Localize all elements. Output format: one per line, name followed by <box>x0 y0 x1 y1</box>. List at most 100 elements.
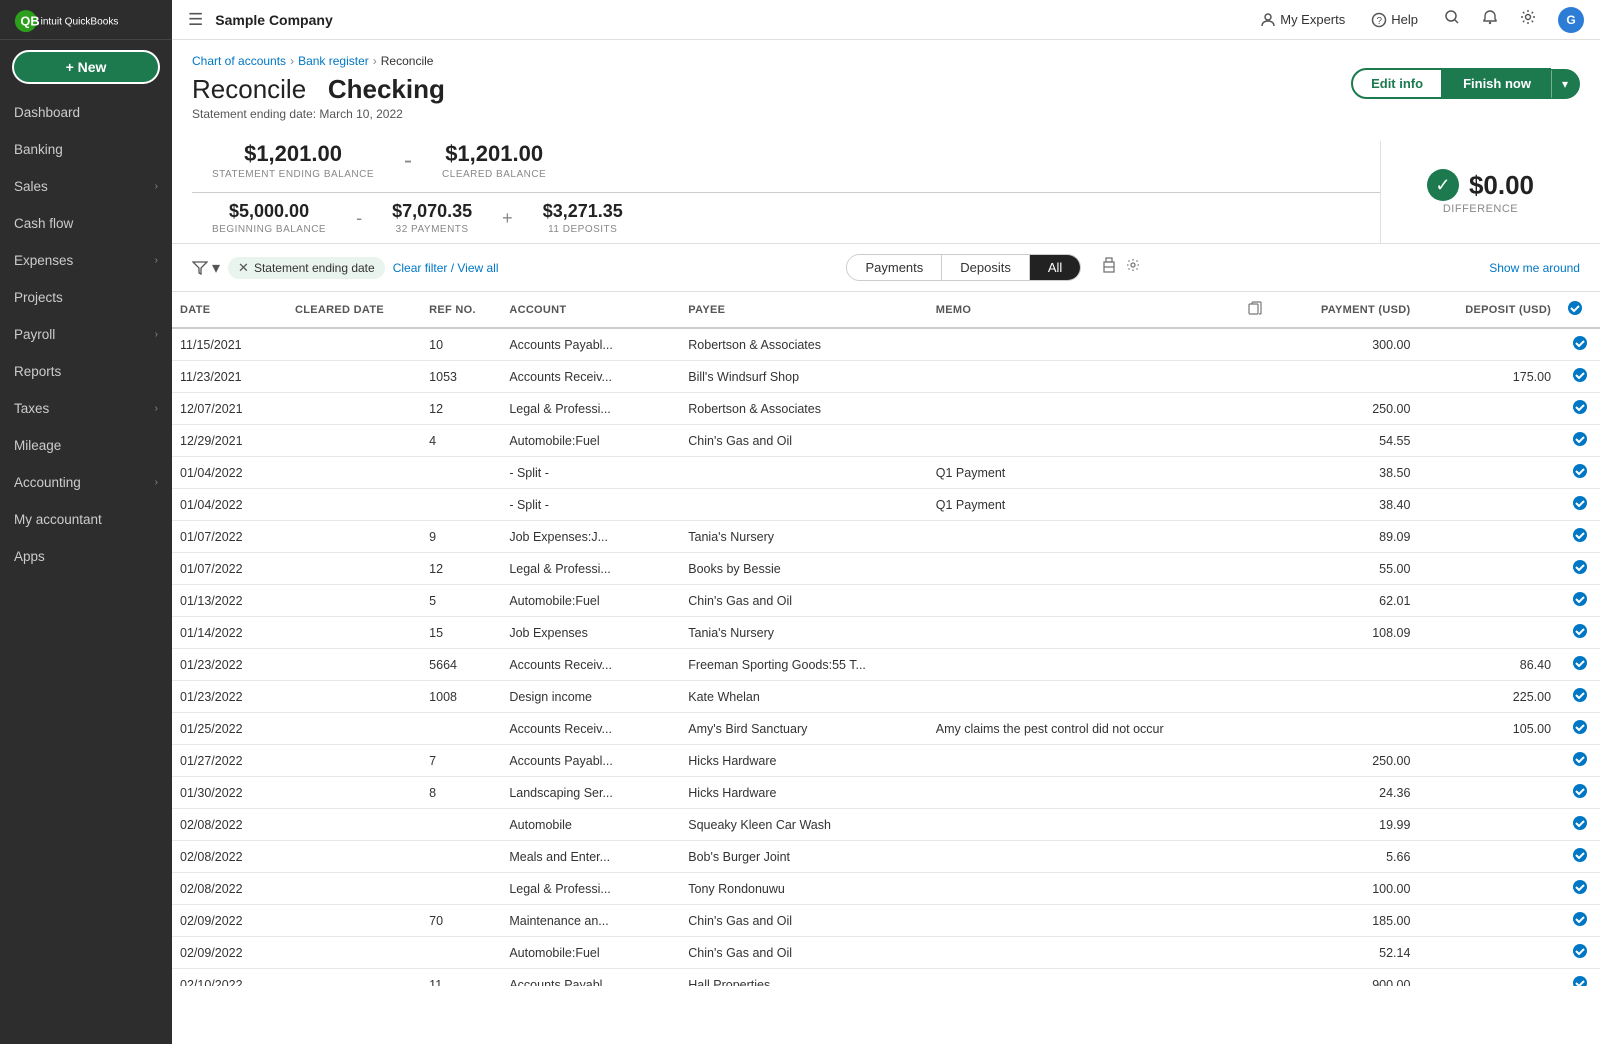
cell-check[interactable] <box>1559 425 1600 457</box>
cell-check[interactable] <box>1559 681 1600 713</box>
cell-check[interactable] <box>1559 745 1600 777</box>
table-row[interactable]: 12/07/202112Legal & Professi...Robertson… <box>172 393 1600 425</box>
table-row[interactable]: 02/08/2022Legal & Professi...Tony Rondon… <box>172 873 1600 905</box>
cell-cleared <box>287 745 421 777</box>
cell-ref <box>421 937 501 969</box>
col-header-memo: MEMO <box>928 292 1240 328</box>
table-row[interactable]: 02/10/202211Accounts Payabl...Hall Prope… <box>172 969 1600 987</box>
table-scroll-container[interactable]: DATE CLEARED DATE REF NO. ACCOUNT PAYEE … <box>172 292 1600 986</box>
cell-payment: 54.55 <box>1278 425 1419 457</box>
cell-spacer <box>1240 328 1278 361</box>
cleared-balance-label: CLEARED BALANCE <box>442 169 546 180</box>
sidebar-item-label: Projects <box>14 290 63 305</box>
cell-check[interactable] <box>1559 809 1600 841</box>
tab-all[interactable]: All <box>1030 255 1080 280</box>
sidebar-item-mileage[interactable]: Mileage <box>0 427 172 464</box>
sidebar-item-sales[interactable]: Sales › <box>0 168 172 205</box>
table-row[interactable]: 02/08/2022Meals and Enter...Bob's Burger… <box>172 841 1600 873</box>
table-row[interactable]: 01/07/20229Job Expenses:J...Tania's Nurs… <box>172 521 1600 553</box>
sidebar-item-apps[interactable]: Apps <box>0 538 172 575</box>
cell-memo <box>928 521 1240 553</box>
table-row[interactable]: 01/23/20221008Design incomeKate Whelan22… <box>172 681 1600 713</box>
cell-check[interactable] <box>1559 585 1600 617</box>
settings-icon[interactable] <box>1520 9 1536 30</box>
my-experts-icon[interactable]: My Experts <box>1260 12 1345 28</box>
cell-ref: 1008 <box>421 681 501 713</box>
cell-check[interactable] <box>1559 841 1600 873</box>
notifications-icon[interactable] <box>1482 9 1498 30</box>
table-row[interactable]: 01/04/2022- Split -Q1 Payment38.40 <box>172 489 1600 521</box>
cell-check[interactable] <box>1559 777 1600 809</box>
sidebar-item-reports[interactable]: Reports <box>0 353 172 390</box>
sidebar-item-cashflow[interactable]: Cash flow <box>0 205 172 242</box>
sidebar-item-accounting[interactable]: Accounting › <box>0 464 172 501</box>
finish-now-dropdown-button[interactable]: ▾ <box>1551 69 1580 99</box>
cell-check[interactable] <box>1559 905 1600 937</box>
table-row[interactable]: 02/09/2022Automobile:FuelChin's Gas and … <box>172 937 1600 969</box>
cell-check[interactable] <box>1559 361 1600 393</box>
print-icon[interactable] <box>1101 257 1117 278</box>
table-row[interactable]: 02/08/2022AutomobileSqueaky Kleen Car Wa… <box>172 809 1600 841</box>
show-me-around-link[interactable]: Show me around <box>1489 261 1580 275</box>
sidebar-item-projects[interactable]: Projects <box>0 279 172 316</box>
table-row[interactable]: 11/23/20211053Accounts Receiv...Bill's W… <box>172 361 1600 393</box>
cell-check[interactable] <box>1559 553 1600 585</box>
cell-account: Automobile <box>501 809 680 841</box>
cell-deposit <box>1418 457 1559 489</box>
remove-filter-button[interactable]: ✕ <box>238 260 249 276</box>
hamburger-icon[interactable]: ☰ <box>188 10 203 30</box>
table-row[interactable]: 12/29/20214Automobile:FuelChin's Gas and… <box>172 425 1600 457</box>
table-row[interactable]: 11/15/202110Accounts Payabl...Robertson … <box>172 328 1600 361</box>
cell-check[interactable] <box>1559 328 1600 361</box>
cell-date: 01/04/2022 <box>172 489 287 521</box>
table-row[interactable]: 01/14/202215Job ExpensesTania's Nursery1… <box>172 617 1600 649</box>
clear-filter-link[interactable]: Clear filter / View all <box>393 261 499 275</box>
cell-check[interactable] <box>1559 649 1600 681</box>
breadcrumb-bank-register[interactable]: Bank register <box>298 54 369 68</box>
table-row[interactable]: 01/07/202212Legal & Professi...Books by … <box>172 553 1600 585</box>
cell-check[interactable] <box>1559 617 1600 649</box>
user-avatar[interactable]: G <box>1558 7 1584 33</box>
table-row[interactable]: 01/04/2022- Split -Q1 Payment38.50 <box>172 457 1600 489</box>
sidebar-item-dashboard[interactable]: Dashboard <box>0 94 172 131</box>
cell-check[interactable] <box>1559 457 1600 489</box>
table-row[interactable]: 02/09/202270Maintenance an...Chin's Gas … <box>172 905 1600 937</box>
finish-now-button[interactable]: Finish now <box>1443 68 1551 99</box>
sidebar-item-label: Dashboard <box>14 105 80 120</box>
cell-check[interactable] <box>1559 937 1600 969</box>
table-row[interactable]: 01/13/20225Automobile:FuelChin's Gas and… <box>172 585 1600 617</box>
cell-payee: Tania's Nursery <box>680 617 928 649</box>
cell-check[interactable] <box>1559 969 1600 987</box>
sidebar-item-label: Apps <box>14 549 45 564</box>
sidebar-item-taxes[interactable]: Taxes › <box>0 390 172 427</box>
filter-button[interactable]: ▾ <box>192 258 220 278</box>
cell-check[interactable] <box>1559 489 1600 521</box>
cell-check[interactable] <box>1559 521 1600 553</box>
table-row[interactable]: 01/27/20227Accounts Payabl...Hicks Hardw… <box>172 745 1600 777</box>
cell-deposit <box>1418 585 1559 617</box>
cell-check[interactable] <box>1559 873 1600 905</box>
breadcrumb-chart-of-accounts[interactable]: Chart of accounts <box>192 54 286 68</box>
table-row[interactable]: 01/23/20225664Accounts Receiv...Freeman … <box>172 649 1600 681</box>
cell-check[interactable] <box>1559 713 1600 745</box>
tab-deposits[interactable]: Deposits <box>942 255 1030 280</box>
sidebar-item-myaccountant[interactable]: My accountant <box>0 501 172 538</box>
payments-amount: $7,070.35 <box>392 201 472 222</box>
edit-info-button[interactable]: Edit info <box>1351 68 1443 99</box>
new-button[interactable]: + New <box>12 50 160 84</box>
sidebar-item-expenses[interactable]: Expenses › <box>0 242 172 279</box>
cell-payee: Chin's Gas and Oil <box>680 937 928 969</box>
help-icon[interactable]: ? Help <box>1371 12 1418 28</box>
cell-account: Job Expenses:J... <box>501 521 680 553</box>
filter-dropdown-icon: ▾ <box>212 258 220 278</box>
search-icon[interactable] <box>1444 9 1460 30</box>
table-row[interactable]: 01/30/20228Landscaping Ser...Hicks Hardw… <box>172 777 1600 809</box>
cell-date: 01/14/2022 <box>172 617 287 649</box>
sidebar-item-banking[interactable]: Banking <box>0 131 172 168</box>
cell-check[interactable] <box>1559 393 1600 425</box>
settings-table-icon[interactable] <box>1125 257 1141 278</box>
table-row[interactable]: 01/25/2022Accounts Receiv...Amy's Bird S… <box>172 713 1600 745</box>
sidebar-item-label: Expenses <box>14 253 73 268</box>
sidebar-item-payroll[interactable]: Payroll › <box>0 316 172 353</box>
tab-payments[interactable]: Payments <box>847 255 942 280</box>
